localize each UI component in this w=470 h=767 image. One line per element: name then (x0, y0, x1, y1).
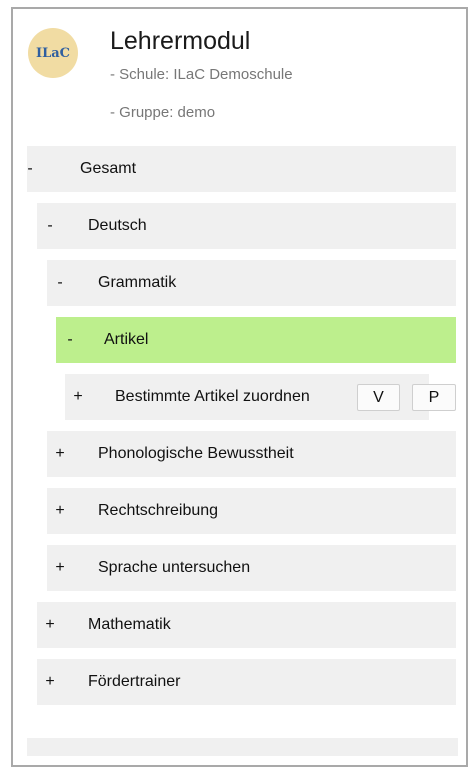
tree-item-rechtschreibung[interactable]: + Rechtschreibung (47, 488, 456, 534)
p-button[interactable]: P (412, 384, 456, 411)
collapse-icon: - (67, 331, 73, 348)
ilac-logo: ILaC (28, 28, 78, 78)
tree-item-gesamt[interactable]: - Gesamt (27, 146, 456, 192)
expand-icon: + (45, 673, 55, 690)
tree-item-grammatik[interactable]: - Grammatik (47, 260, 456, 306)
tree-item-label: Grammatik (98, 274, 177, 291)
tree-item-sprache-untersuchen[interactable]: + Sprache untersuchen (47, 545, 456, 591)
tree-item-label: Sprache untersuchen (98, 559, 251, 576)
tree-item-phonologische-bewusstheit[interactable]: + Phonologische Bewusstheit (47, 431, 456, 477)
expand-icon: + (55, 502, 65, 519)
tree-item-label: Bestimmte Artikel zuordnen (115, 388, 310, 405)
expand-icon: + (45, 616, 55, 633)
logo-text: ILaC (36, 45, 70, 61)
group-line: - Gruppe: demo (110, 104, 216, 121)
tree-item-deutsch[interactable]: - Deutsch (37, 203, 456, 249)
school-line: - Schule: ILaC Demoschule (110, 66, 293, 83)
tree-item-mathematik[interactable]: + Mathematik (37, 602, 456, 648)
tree-item-foerdertrainer[interactable]: + Fördertrainer (37, 659, 456, 705)
page-title: Lehrermodul (110, 27, 251, 55)
tree-item-artikel[interactable]: - Artikel (56, 317, 456, 363)
bottom-row-partial (27, 738, 458, 756)
tree-item-label: Mathematik (88, 616, 171, 633)
tree-item-label: Gesamt (80, 160, 137, 177)
collapse-icon: - (47, 217, 53, 234)
expand-icon: + (55, 559, 65, 576)
collapse-icon: - (27, 160, 33, 177)
tree-item-label: Deutsch (88, 217, 147, 234)
v-button[interactable]: V (357, 384, 400, 411)
tree-item-label: Fördertrainer (88, 673, 181, 690)
expand-icon: + (73, 388, 83, 405)
tree-item-label: Artikel (104, 331, 149, 348)
collapse-icon: - (57, 274, 63, 291)
tree-item-label: Phonologische Bewusstheit (98, 445, 294, 462)
expand-icon: + (55, 445, 65, 462)
tree-item-label: Rechtschreibung (98, 502, 219, 519)
